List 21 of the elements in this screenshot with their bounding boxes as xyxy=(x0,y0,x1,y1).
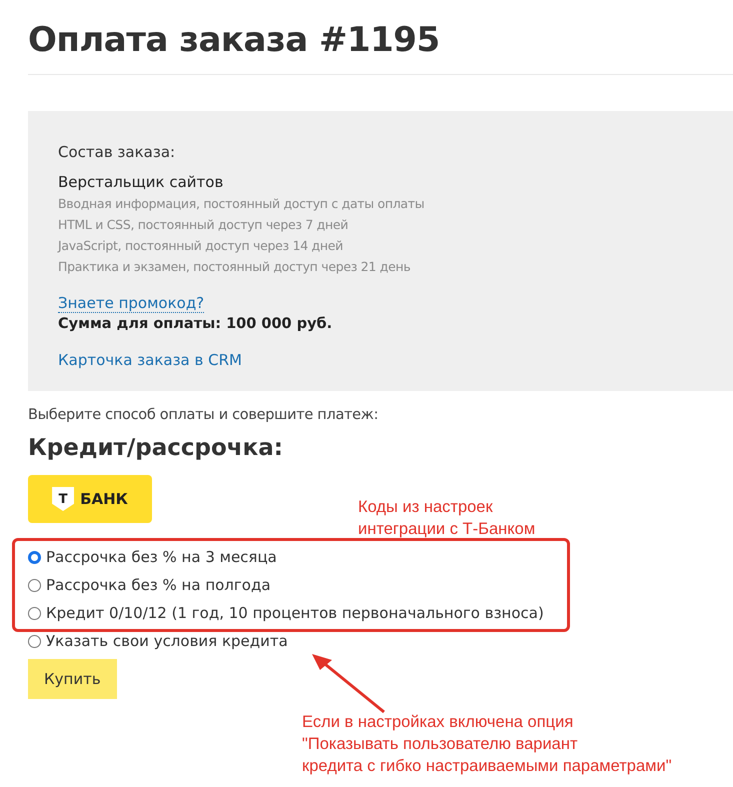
order-heading: Состав заказа: xyxy=(58,143,176,161)
logo-text: БАНК xyxy=(80,490,128,508)
course-item: JavaScript, постоянный доступ через 14 дней xyxy=(58,237,344,255)
course-item: HTML и CSS, постоянный доступ через 7 дней xyxy=(58,216,350,234)
annotation-note: Коды из настроек интеграции с Т-Банком xyxy=(358,497,536,540)
course-item: Практика и экзамен, постоянный доступ через 21 день xyxy=(58,258,412,276)
radio-option[interactable]: Кредит 0/10/12 (1 год, 10 процентов первоначального взноса) xyxy=(28,599,544,627)
annotation-note: Если в настройках включена опция "Показывать пользователю вариант кредита с гибко настраиваемыми параметрами" xyxy=(302,712,672,777)
buy-button[interactable]: Купить xyxy=(28,659,117,699)
crm-link[interactable]: Карточка заказа в CRM xyxy=(58,351,242,369)
product-name: Верстальщик сайтов xyxy=(58,173,224,191)
radio-option[interactable]: Указать свои условия кредита xyxy=(28,627,288,655)
shield-icon: Т xyxy=(52,487,74,511)
order-total: Сумма для оплаты: 100 000 руб. xyxy=(58,316,334,332)
promo-link[interactable]: Знаете промокод? xyxy=(58,294,204,313)
radio-option[interactable]: Рассрочка без % на полгода xyxy=(28,571,271,599)
section-title: Кредит/рассрочка: xyxy=(28,435,284,461)
course-item: Вводная информация, постоянный доступ с даты оплаты xyxy=(58,195,426,213)
radio-option[interactable]: Рассрочка без % на 3 месяца xyxy=(28,543,277,571)
page-title: Оплата заказа #1195 xyxy=(28,19,441,62)
payment-prompt: Выберите способ оплаты и совершите платеж: xyxy=(28,407,380,423)
